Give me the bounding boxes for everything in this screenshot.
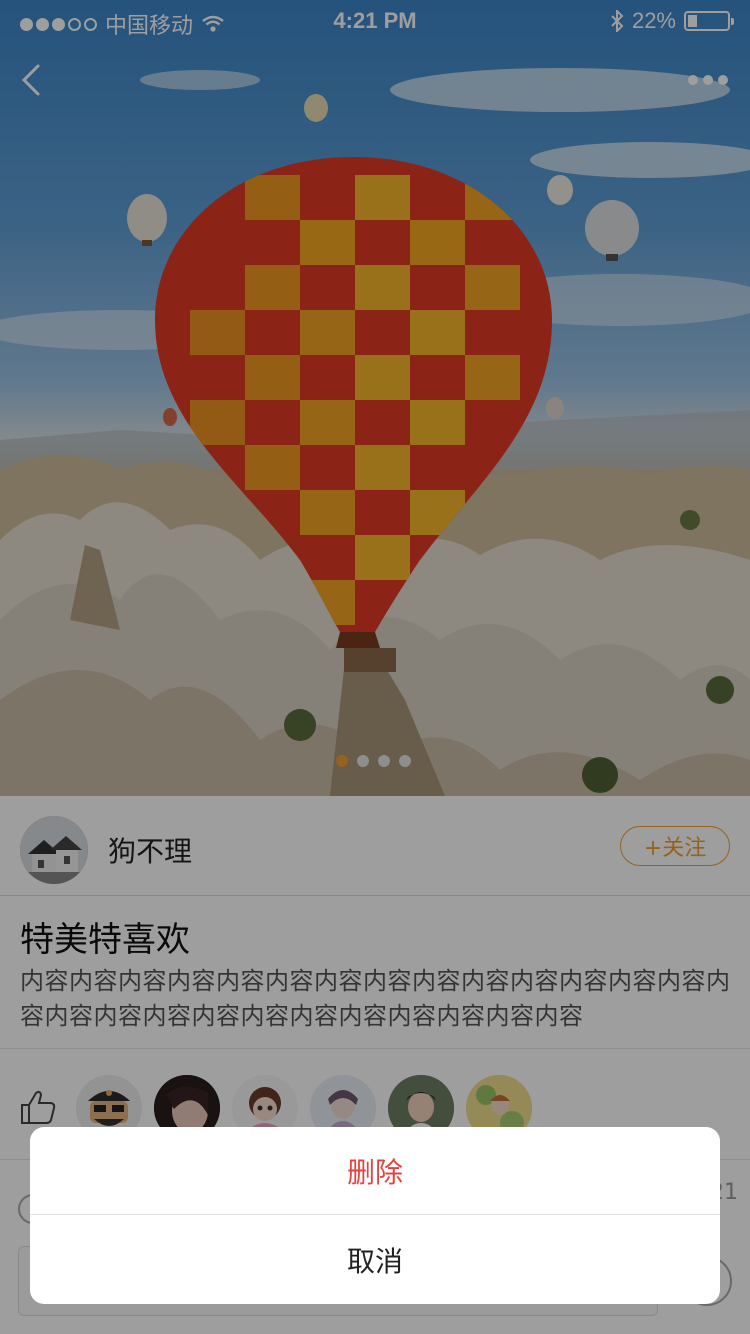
cancel-button[interactable]: 取消 xyxy=(30,1216,720,1304)
delete-button[interactable]: 删除 xyxy=(30,1127,720,1215)
action-sheet: 删除 取消 xyxy=(30,1127,720,1304)
